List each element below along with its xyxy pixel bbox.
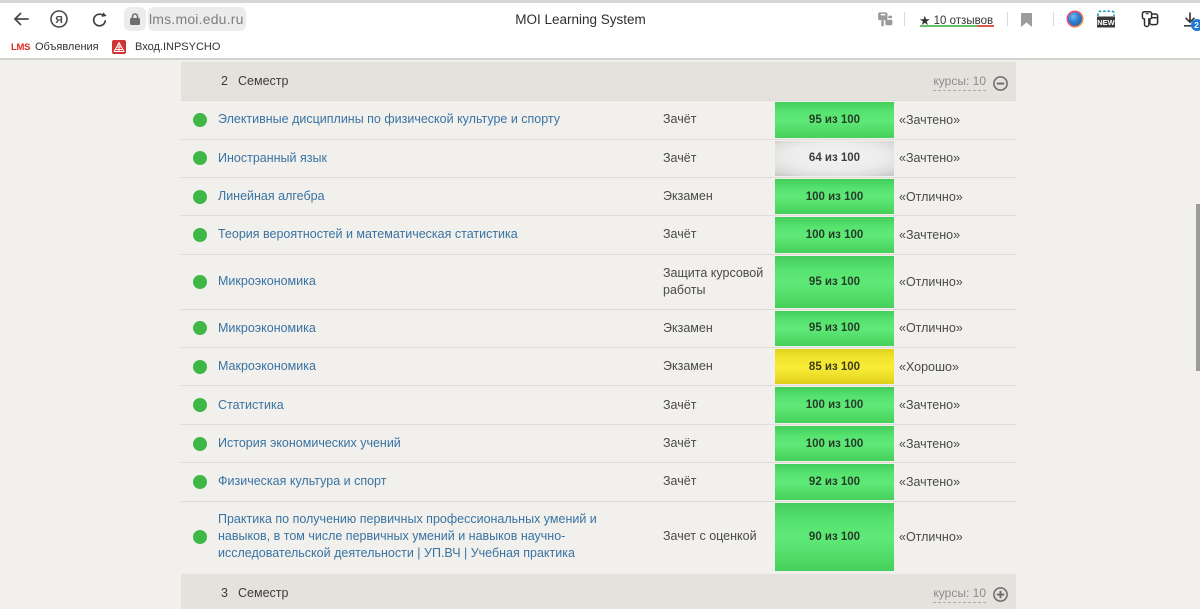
svg-text:NEW: NEW bbox=[1097, 18, 1115, 27]
